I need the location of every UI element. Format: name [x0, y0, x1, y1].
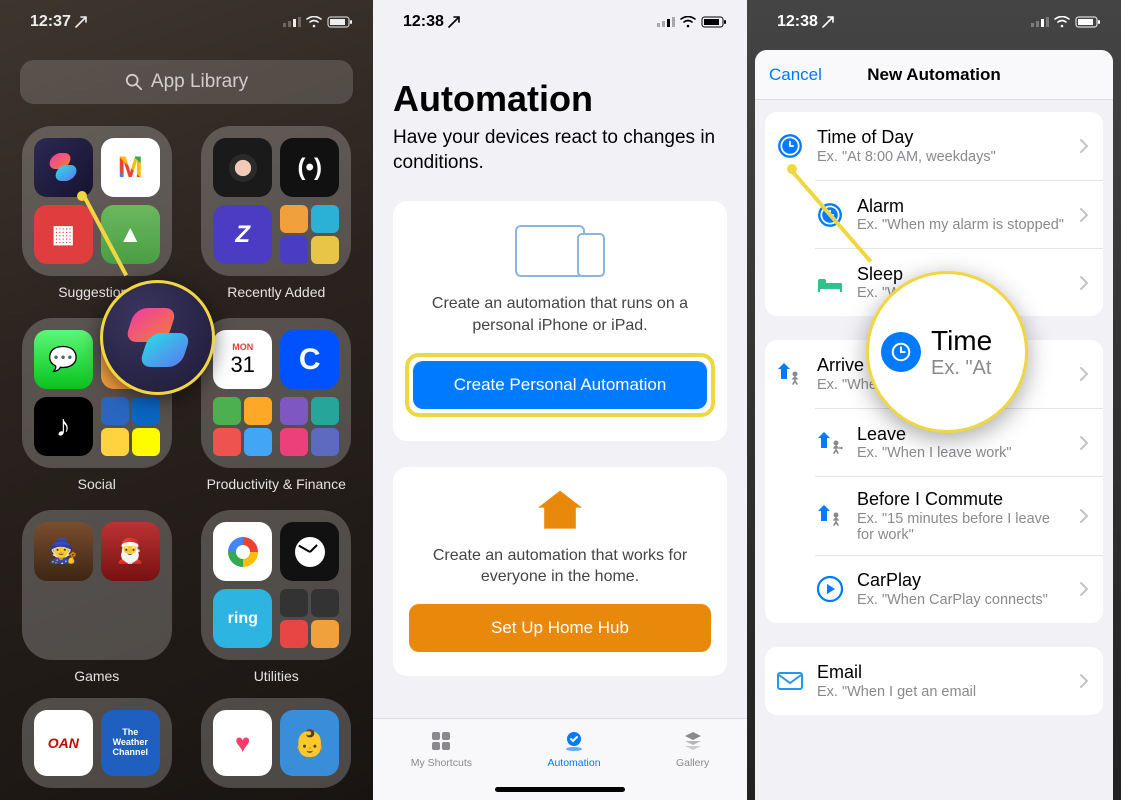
- tab-bar: My Shortcuts Automation Gallery: [373, 718, 747, 800]
- chevron-right-icon: [1079, 673, 1089, 689]
- clock-icon: [881, 332, 921, 372]
- trigger-group: EmailEx. "When I get an email: [765, 647, 1103, 715]
- folder-label: Social: [78, 476, 116, 492]
- trigger-email[interactable]: EmailEx. "When I get an email: [765, 647, 1103, 715]
- page-subtitle: Have your devices react to changes in co…: [393, 126, 727, 175]
- chevron-right-icon: [1079, 581, 1089, 597]
- home-indicator[interactable]: [495, 787, 625, 792]
- row-title: Email: [817, 662, 1067, 683]
- bed-icon: [815, 268, 845, 298]
- row-subtitle: Ex. "At 8:00 AM, weekdays": [817, 149, 1067, 165]
- clock-icon: [775, 131, 805, 161]
- row-subtitle: Ex. "When I get an email: [817, 684, 1067, 700]
- screen-new-automation: 12:38 Cancel New Automation Time of DayE…: [747, 0, 1121, 800]
- folder-label: Productivity & Finance: [207, 476, 346, 492]
- folder-utilities[interactable]: ring Utilities: [200, 510, 354, 684]
- status-icons: [1031, 16, 1101, 28]
- personal-desc: Create an automation that runs on a pers…: [409, 293, 711, 336]
- folder-recently-added[interactable]: (•) Z Recently Added: [200, 126, 354, 300]
- tab-gallery[interactable]: Gallery: [676, 729, 709, 769]
- page-title: Automation: [393, 78, 727, 120]
- row-subtitle: Ex. "When CarPlay connects": [857, 592, 1067, 608]
- devices-icon: [409, 225, 711, 277]
- screen-app-library: 12:37 App Library M ▦ ▲ Suggestions: [0, 0, 373, 800]
- chevron-right-icon: [1079, 508, 1089, 524]
- nav-bar: Cancel New Automation: [755, 50, 1113, 100]
- folder-partial2[interactable]: ♥ 👶: [200, 698, 354, 788]
- folder-partial[interactable]: OAN TheWeatherChannel: [20, 698, 174, 788]
- status-bar: 12:38: [747, 0, 1121, 44]
- status-icons: [657, 16, 727, 28]
- folder-label: Recently Added: [227, 284, 325, 300]
- screen-automation: 12:38 Automation Have your devices react…: [373, 0, 747, 800]
- callout-highlight: Create Personal Automation: [405, 353, 715, 417]
- row-title: CarPlay: [857, 570, 1067, 591]
- commute-icon: [815, 501, 845, 531]
- chevron-right-icon: [1079, 435, 1089, 451]
- home-desc: Create an automation that works for ever…: [409, 545, 711, 588]
- row-subtitle: Ex. "15 minutes before I leave for work": [857, 511, 1067, 543]
- chevron-right-icon: [1079, 138, 1089, 154]
- status-time: 12:38: [403, 13, 444, 31]
- search-icon: [125, 73, 143, 91]
- chevron-right-icon: [1079, 366, 1089, 382]
- trigger-before-i-commute[interactable]: Before I CommuteEx. "15 minutes before I…: [815, 476, 1103, 555]
- chevron-right-icon: [1079, 207, 1089, 223]
- tab-label: Automation: [547, 757, 600, 769]
- search-bar[interactable]: App Library: [20, 60, 353, 104]
- folder-productivity[interactable]: MON31 C Productivity & Finance: [200, 318, 354, 492]
- folder-suggestions[interactable]: M ▦ ▲ Suggestions: [20, 126, 174, 300]
- trigger-alarm[interactable]: AlarmEx. "When my alarm is stopped": [815, 180, 1103, 248]
- cancel-button[interactable]: Cancel: [769, 65, 822, 85]
- search-placeholder: App Library: [151, 71, 248, 93]
- folder-label: Utilities: [254, 668, 299, 684]
- mail-icon: [775, 666, 805, 696]
- leave-icon: [815, 428, 845, 458]
- chevron-right-icon: [1079, 275, 1089, 291]
- tab-automation[interactable]: Automation: [547, 729, 600, 769]
- status-time: 12:37: [30, 13, 71, 31]
- folder-label: Games: [74, 668, 119, 684]
- zoom-sub: Ex. "At: [931, 357, 992, 380]
- create-personal-automation-button[interactable]: Create Personal Automation: [413, 361, 707, 409]
- house-icon: [538, 491, 582, 529]
- tab-label: Gallery: [676, 757, 709, 769]
- status-bar: 12:38: [373, 0, 747, 44]
- arrive-icon: [775, 359, 805, 389]
- nav-title: New Automation: [867, 65, 1000, 85]
- tab-label: My Shortcuts: [411, 757, 472, 769]
- callout-time-of-day: Time Ex. "At: [866, 271, 1028, 433]
- row-title: Time of Day: [817, 127, 1067, 148]
- status-bar: 12:37: [0, 0, 373, 44]
- row-subtitle: Ex. "When my alarm is stopped": [857, 217, 1067, 233]
- trigger-carplay[interactable]: CarPlayEx. "When CarPlay connects": [815, 555, 1103, 623]
- status-time: 12:38: [777, 13, 818, 31]
- status-icons: [283, 16, 353, 28]
- callout-shortcuts-icon: [100, 280, 215, 395]
- row-title: Before I Commute: [857, 489, 1067, 510]
- row-subtitle: Ex. "When I leave work": [857, 445, 1067, 461]
- gallery-icon: [681, 729, 705, 753]
- row-title: Alarm: [857, 196, 1067, 217]
- folder-games[interactable]: 🧙 🎅 Games: [20, 510, 174, 684]
- set-up-home-hub-button[interactable]: Set Up Home Hub: [409, 604, 711, 652]
- tab-my-shortcuts[interactable]: My Shortcuts: [411, 729, 472, 769]
- home-automation-card: Create an automation that works for ever…: [393, 467, 727, 676]
- automation-icon: [562, 729, 586, 753]
- personal-automation-card: Create an automation that runs on a pers…: [393, 201, 727, 440]
- zoom-title: Time: [931, 325, 992, 357]
- trigger-time-of-day[interactable]: Time of DayEx. "At 8:00 AM, weekdays": [765, 112, 1103, 180]
- carplay-icon: [815, 574, 845, 604]
- grid-icon: [429, 729, 453, 753]
